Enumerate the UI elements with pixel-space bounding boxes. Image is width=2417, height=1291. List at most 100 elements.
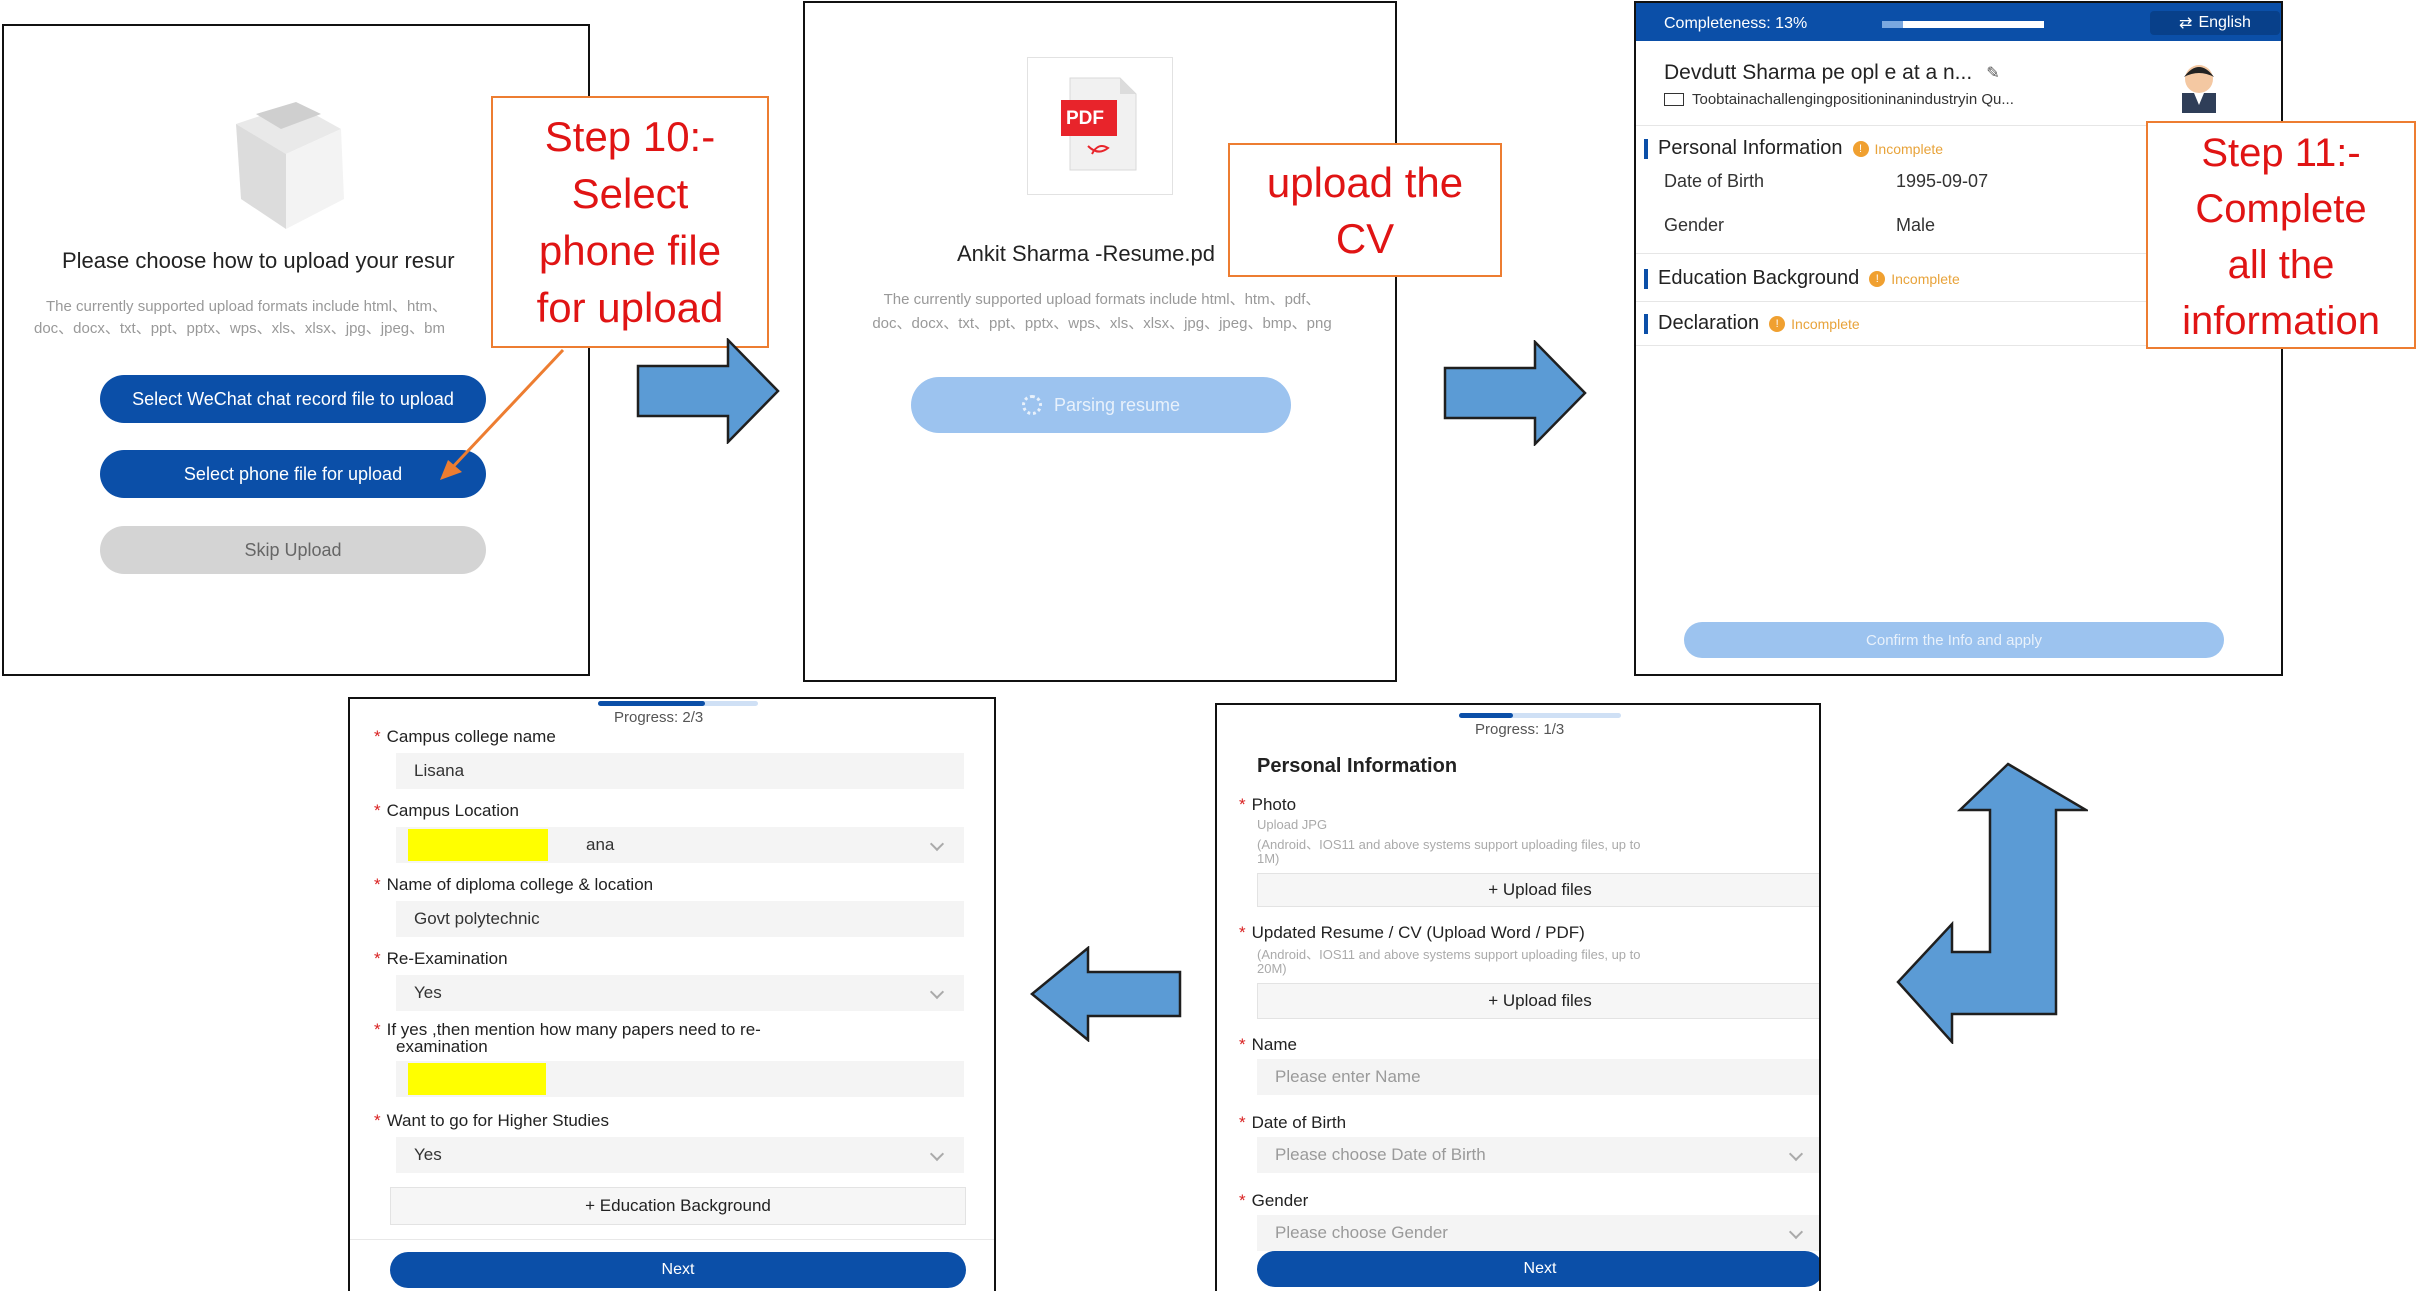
callout-line: information xyxy=(2182,299,2380,343)
dob-select[interactable]: Please choose Date of Birth xyxy=(1257,1137,1819,1173)
callout-line: all the xyxy=(2227,243,2335,287)
dob-value: 1995-09-07 xyxy=(1896,171,1989,191)
personal-info-section[interactable]: Personal Information ! Incomplete xyxy=(1644,137,1943,160)
status-badge: ! Incomplete xyxy=(1769,315,1860,332)
gender-label: * Gender xyxy=(1239,1191,1309,1210)
gender-select[interactable]: Please choose Gender xyxy=(1257,1215,1819,1251)
education-section[interactable]: Education Background ! Incomplete xyxy=(1644,267,1960,290)
diploma-input[interactable]: Govt polytechnic xyxy=(396,901,964,937)
chevron-down-icon xyxy=(929,984,945,1000)
flow-arrow-right-icon xyxy=(636,338,780,444)
callout-line: upload the xyxy=(1266,159,1464,206)
section-title: Personal Information xyxy=(1257,755,1458,777)
redaction-highlight xyxy=(408,1063,546,1095)
next-button[interactable]: Next xyxy=(1257,1251,1819,1287)
mail-icon xyxy=(1664,93,1684,106)
college-label: * Campus college name xyxy=(374,727,556,746)
higher-studies-label: * Want to go for Higher Studies xyxy=(374,1111,609,1130)
label-text: Campus Location xyxy=(386,801,519,820)
redaction-highlight xyxy=(408,829,548,861)
chevron-down-icon xyxy=(1788,1224,1804,1240)
photo-upload-button[interactable]: + Upload files xyxy=(1257,873,1819,907)
photo-label: * Photo xyxy=(1239,795,1297,814)
callout-line: Complete xyxy=(2195,187,2367,231)
supported-formats-line2: doc、docx、txt、ppt、pptx、wps、xls、xlsx、jpg、j… xyxy=(872,315,1332,332)
pdf-file-icon: PDF xyxy=(1027,57,1173,195)
supported-formats-line1: The currently supported upload formats i… xyxy=(883,291,1321,308)
label-text: Want to go for Higher Studies xyxy=(386,1111,609,1130)
status-label: Incomplete xyxy=(1874,140,1944,157)
status-label: Incomplete xyxy=(1891,270,1960,287)
parsing-resume-screen: PDF Ankit Sharma -Resume.pd The currentl… xyxy=(803,1,1397,682)
objective-text: Toobtainachallengingpositioninanindustry… xyxy=(1692,91,2014,108)
avatar xyxy=(2182,65,2216,113)
section-marker xyxy=(1644,268,1648,289)
papers-label: * If yes ,then mention how many papers ne… xyxy=(374,1020,761,1056)
progress-fill xyxy=(598,701,705,706)
dob-label: * Date of Birth xyxy=(1239,1113,1347,1132)
section-label: Personal Information xyxy=(1658,137,1843,159)
resume-filename: Ankit Sharma -Resume.pd xyxy=(957,241,1215,266)
flow-arrow-bent-icon xyxy=(1896,762,2088,1044)
input-value: Lisana xyxy=(414,761,465,780)
objective-line: Toobtainachallengingpositioninanindustry… xyxy=(1664,91,2014,108)
reexam-label: * Re-Examination xyxy=(374,949,508,968)
progress-text: Progress: 2/3 xyxy=(614,709,704,726)
resume-hint: 20M) xyxy=(1257,961,1287,976)
gender-label: Gender xyxy=(1664,215,1725,235)
status-badge: ! Incomplete xyxy=(1869,270,1960,287)
parsing-label: Parsing resume xyxy=(1053,394,1181,415)
swap-icon: ⇄ xyxy=(2179,15,2193,32)
next-button[interactable]: Next xyxy=(390,1252,966,1288)
callout-line: CV xyxy=(1335,215,1395,262)
pdf-label: PDF xyxy=(1066,108,1104,129)
college-input[interactable]: Lisana xyxy=(396,753,964,789)
gender-value: Male xyxy=(1896,215,1936,235)
input-placeholder: Please choose Date of Birth xyxy=(1275,1145,1486,1164)
label-text: Gender xyxy=(1251,1191,1309,1210)
completeness-track xyxy=(1882,21,2044,28)
section-label: Education Background xyxy=(1658,267,1860,289)
declaration-section[interactable]: Declaration ! Incomplete xyxy=(1644,312,1860,335)
step-11-callout: Step 11:- Complete all the information xyxy=(2146,121,2416,349)
photo-hint: Upload JPG xyxy=(1257,817,1328,832)
parsing-resume-button: Parsing resume xyxy=(911,377,1291,433)
loading-spinner-icon xyxy=(1021,395,1042,415)
progress-text: Progress: 1/3 xyxy=(1475,721,1565,738)
resume-upload-button[interactable]: + Upload files xyxy=(1257,983,1819,1019)
label-text: examination xyxy=(396,1037,488,1056)
chevron-down-icon xyxy=(929,1146,945,1162)
confirm-apply-button[interactable]: Confirm the Info and apply xyxy=(1684,622,2224,658)
label-text: Date of Birth xyxy=(1251,1113,1347,1132)
resume-label: * Updated Resume / CV (Upload Word / PDF) xyxy=(1239,923,1585,942)
status-label: Incomplete xyxy=(1791,315,1860,332)
photo-hint: 1M) xyxy=(1257,851,1280,866)
reexam-select[interactable]: Yes xyxy=(396,975,964,1011)
completeness-header: Completeness: 13% ⇄ English xyxy=(1636,3,2281,41)
profile-name: Devdutt Sharma pe opl e at a n... xyxy=(1664,61,1973,84)
chevron-down-icon xyxy=(1788,1146,1804,1162)
language-switch[interactable]: ⇄ English xyxy=(2150,11,2280,35)
add-education-button[interactable]: + Education Background xyxy=(390,1187,966,1225)
label-text: Re-Examination xyxy=(386,949,508,968)
edit-icon[interactable]: ✎ xyxy=(1986,63,1999,83)
callout-line: Step 11:- xyxy=(2201,131,2361,175)
completeness-label: Completeness: 13% xyxy=(1664,15,1808,32)
higher-studies-select[interactable]: Yes xyxy=(396,1137,964,1173)
name-input[interactable]: Please enter Name xyxy=(1257,1059,1819,1095)
input-value: Govt polytechnic xyxy=(414,909,540,928)
alert-icon: ! xyxy=(1869,270,1886,287)
education-form-screen: Progress: 2/3 * Campus college name Lisan… xyxy=(348,697,996,1291)
section-marker xyxy=(1644,313,1648,334)
flow-arrow-right-icon xyxy=(1443,340,1587,446)
input-value: ana xyxy=(586,835,615,854)
label-text: Campus college name xyxy=(386,727,556,746)
resume-hint: (Android、IOS11 and above systems support… xyxy=(1257,947,1641,962)
location-label: * Campus Location xyxy=(374,801,519,820)
personal-info-form-screen: Progress: 1/3 Personal Information * Phot… xyxy=(1215,703,1821,1291)
status-badge: ! Incomplete xyxy=(1852,140,1944,157)
input-value: Yes xyxy=(414,1145,442,1164)
chevron-down-icon xyxy=(929,836,945,852)
diploma-label: * Name of diploma college & location xyxy=(374,875,654,894)
flow-arrow-left-icon xyxy=(1030,946,1182,1042)
